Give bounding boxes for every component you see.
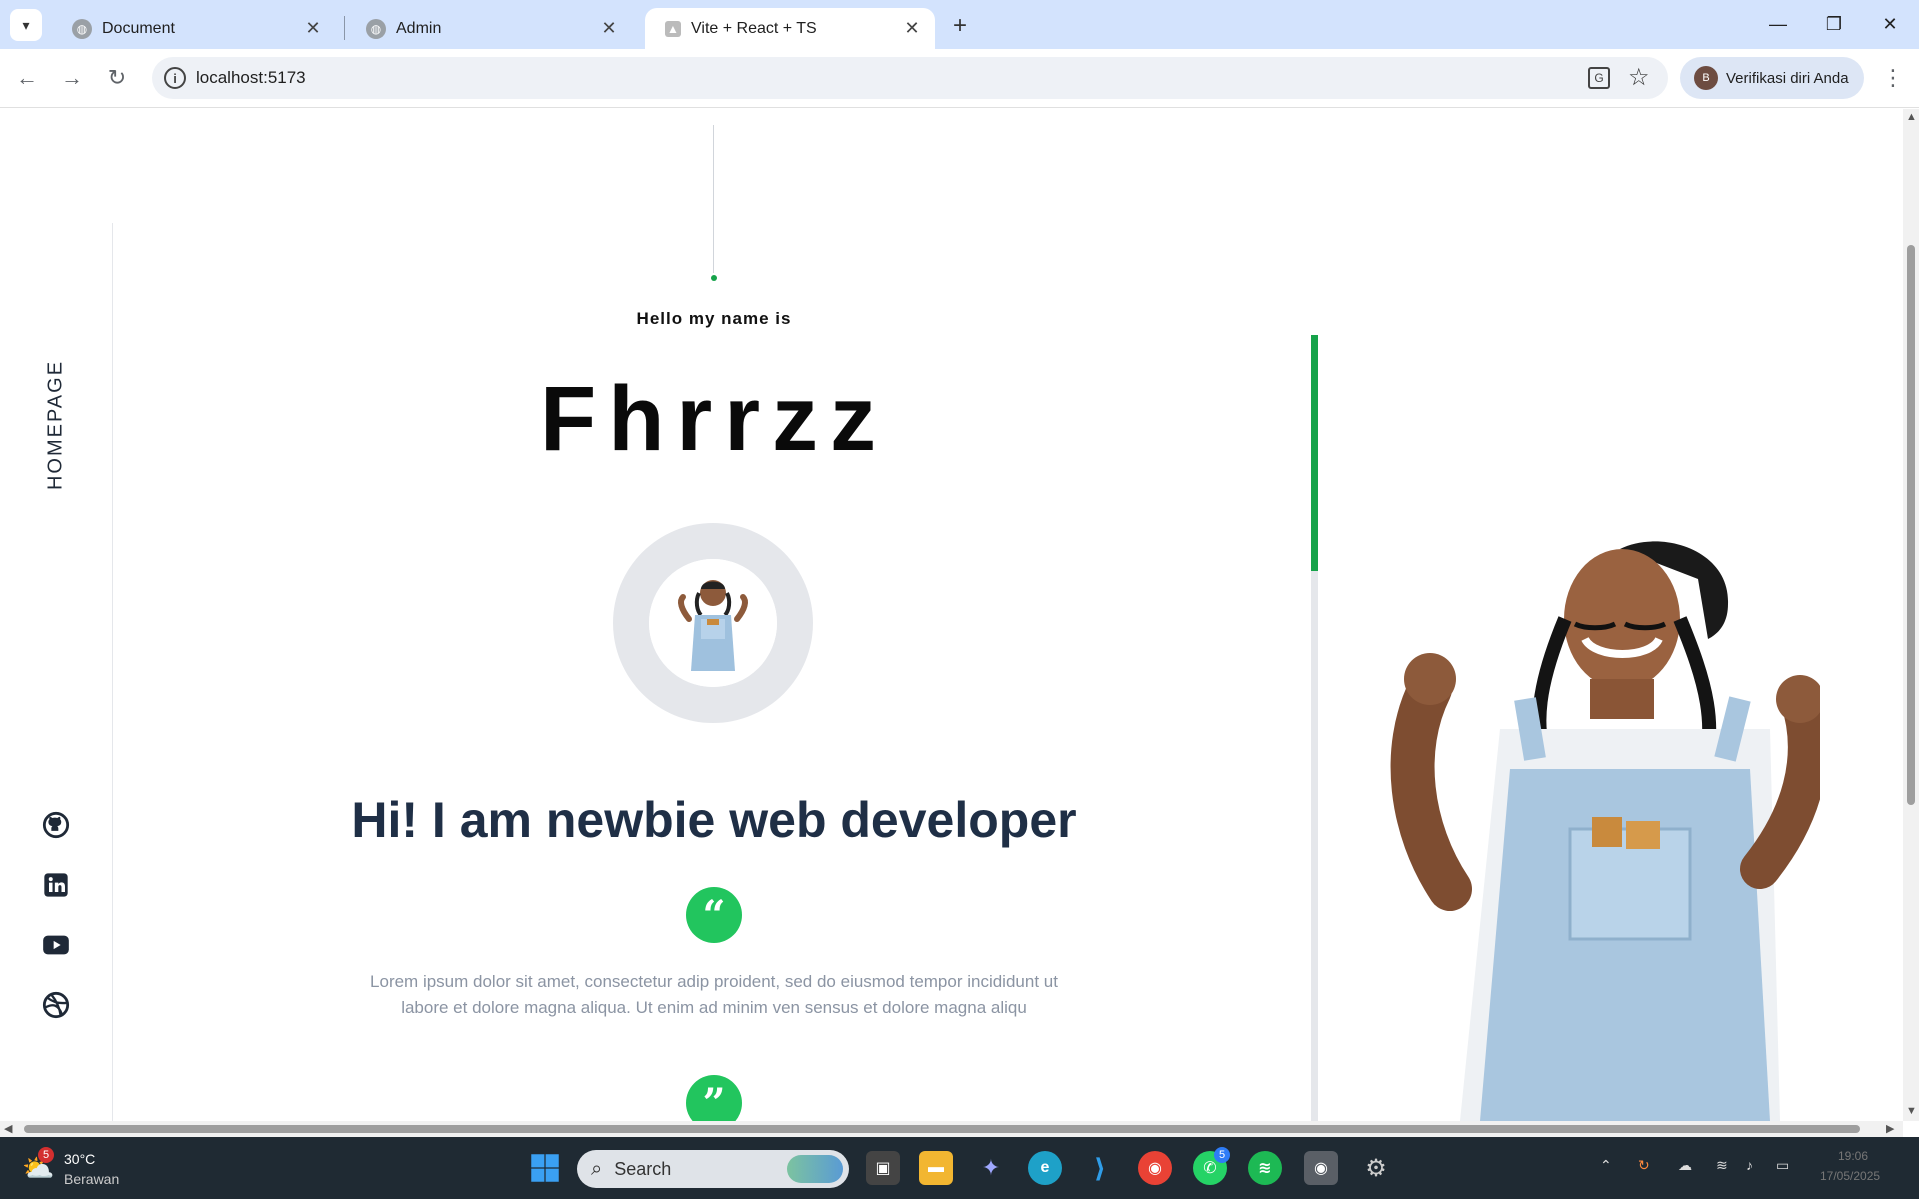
tab-search-button[interactable]: ▾: [10, 9, 42, 41]
weather-desc: Berawan: [64, 1171, 120, 1187]
profile-label: Verifikasi diri Anda: [1726, 69, 1849, 87]
close-quote-glyph: ”: [702, 1079, 726, 1122]
search-highlight-image: [787, 1155, 843, 1183]
restore-button[interactable]: ❐: [1806, 0, 1862, 49]
new-tab-button[interactable]: +: [944, 10, 976, 42]
open-quote-glyph: “: [702, 891, 726, 939]
scroll-right-arrow[interactable]: ▶: [1886, 1122, 1894, 1135]
vscode-icon[interactable]: ⟩: [1083, 1151, 1117, 1185]
close-icon[interactable]: ✕: [598, 18, 620, 40]
task-view-icon[interactable]: ▣: [866, 1151, 900, 1185]
sidebar-divider: [112, 223, 113, 1121]
linkedin-icon[interactable]: [42, 871, 70, 899]
weather-widget[interactable]: ⛅ 5 30°C Berawan: [22, 1147, 142, 1191]
youtube-icon[interactable]: [42, 931, 70, 959]
tray-sync-icon[interactable]: ↻: [1638, 1157, 1650, 1174]
weather-badge: 5: [38, 1147, 54, 1163]
minimize-button[interactable]: —: [1750, 0, 1806, 49]
site-info-icon[interactable]: i: [164, 67, 186, 89]
windows-taskbar: ⛅ 5 30°C Berawan ⌕ Search ▣ ▬ ✦ e ⟩ ◉ ✆ …: [0, 1137, 1919, 1199]
dribbble-icon[interactable]: [42, 991, 70, 1019]
close-icon[interactable]: ✕: [901, 18, 923, 40]
tab-title: Admin: [396, 19, 442, 37]
spotify-icon[interactable]: ≋: [1248, 1151, 1282, 1185]
profile-chip[interactable]: B Verifikasi diri Anda: [1680, 57, 1864, 99]
scroll-up-arrow[interactable]: ▲: [1906, 111, 1917, 123]
close-window-button[interactable]: ✕: [1862, 0, 1918, 49]
hero-person-image: [1360, 529, 1828, 1121]
tab-title: Vite + React + TS: [691, 19, 817, 37]
headline: Hi! I am newbie web developer: [351, 792, 1077, 848]
volume-icon[interactable]: ♪: [1746, 1157, 1753, 1173]
clock-date[interactable]: 17/05/2025: [1820, 1169, 1880, 1183]
decorative-vertical-line: [713, 125, 714, 273]
decorative-dot: [711, 275, 717, 281]
onedrive-cloud-icon[interactable]: ☁: [1678, 1157, 1692, 1174]
address-bar[interactable]: i localhost:5173 G ☆: [152, 57, 1668, 99]
avatar-photo: [649, 559, 777, 687]
back-button[interactable]: ←: [10, 61, 44, 95]
forward-button[interactable]: →: [55, 61, 89, 95]
bookmark-star-icon[interactable]: ☆: [1628, 63, 1650, 92]
chrome-active-icon[interactable]: ◉: [1304, 1151, 1338, 1185]
vite-favicon-icon: ▲: [665, 20, 681, 37]
search-placeholder: Search: [614, 1158, 672, 1179]
tab-title: Document: [102, 19, 175, 37]
close-icon[interactable]: ✕: [302, 18, 324, 40]
reload-button[interactable]: ↻: [100, 61, 134, 95]
open-quote-icon: “: [686, 887, 742, 943]
chrome-icon[interactable]: ◉: [1138, 1151, 1172, 1185]
tab-vite-react-ts[interactable]: ▲ Vite + React + TS ✕: [645, 8, 935, 49]
globe-icon: ◍: [366, 18, 386, 39]
settings-gear-icon[interactable]: ⚙: [1359, 1151, 1393, 1185]
windows-start-icon[interactable]: [528, 1151, 562, 1185]
tab-divider: [344, 16, 345, 40]
file-explorer-icon[interactable]: ▬: [919, 1151, 953, 1185]
taskbar-search-box[interactable]: ⌕ Search: [577, 1150, 849, 1188]
scroll-progress-track: [1311, 335, 1318, 1121]
tab-admin[interactable]: ◍ Admin ✕: [346, 8, 632, 49]
profile-avatar: B: [1694, 66, 1718, 90]
search-icon: ⌕: [591, 1157, 603, 1180]
wifi-icon[interactable]: ≋: [1716, 1157, 1728, 1174]
scroll-down-arrow[interactable]: ▼: [1906, 1105, 1917, 1117]
url-text: localhost:5173: [196, 68, 306, 87]
globe-icon: ◍: [72, 18, 92, 39]
horizontal-scrollbar[interactable]: ◀ ▶: [0, 1121, 1903, 1137]
intro-description: Lorem ipsum dolor sit amet, consectetur …: [370, 972, 1058, 1017]
clock-time[interactable]: 19:06: [1838, 1149, 1868, 1163]
tab-document[interactable]: ◍ Document ✕: [52, 8, 336, 49]
hero-name: Fhrrzz: [540, 368, 888, 470]
avatar: [613, 523, 813, 723]
game-controller-icon[interactable]: ✦: [974, 1151, 1008, 1185]
vertical-scroll-thumb[interactable]: [1907, 245, 1915, 805]
weather-temp: 30°C: [64, 1151, 96, 1167]
vertical-scrollbar[interactable]: ▲ ▼: [1903, 109, 1919, 1121]
greeting-text: Hello my name is: [636, 309, 792, 328]
scroll-progress-fill: [1311, 335, 1318, 571]
close-quote-icon: ”: [686, 1075, 742, 1121]
browser-menu-icon[interactable]: ⋮: [1876, 61, 1910, 95]
page-viewport: HOMEPAGE Hello my name is Fhrrzz Hi! I a…: [0, 109, 1903, 1121]
tray-chevron-icon[interactable]: ⌃: [1600, 1157, 1612, 1174]
horizontal-scroll-thumb[interactable]: [24, 1125, 1860, 1133]
browser-toolbar: ← → ↻ i localhost:5173 G ☆ B Verifikasi …: [0, 49, 1919, 108]
browser-tab-bar: ▾ ◍ Document ✕ ◍ Admin ✕ ▲ Vite + React …: [0, 0, 1919, 49]
whatsapp-badge: 5: [1214, 1147, 1230, 1163]
edge-browser-icon[interactable]: e: [1028, 1151, 1062, 1185]
scroll-left-arrow[interactable]: ◀: [4, 1122, 12, 1135]
translate-icon[interactable]: G: [1588, 67, 1610, 89]
battery-icon[interactable]: ▭: [1776, 1157, 1789, 1174]
